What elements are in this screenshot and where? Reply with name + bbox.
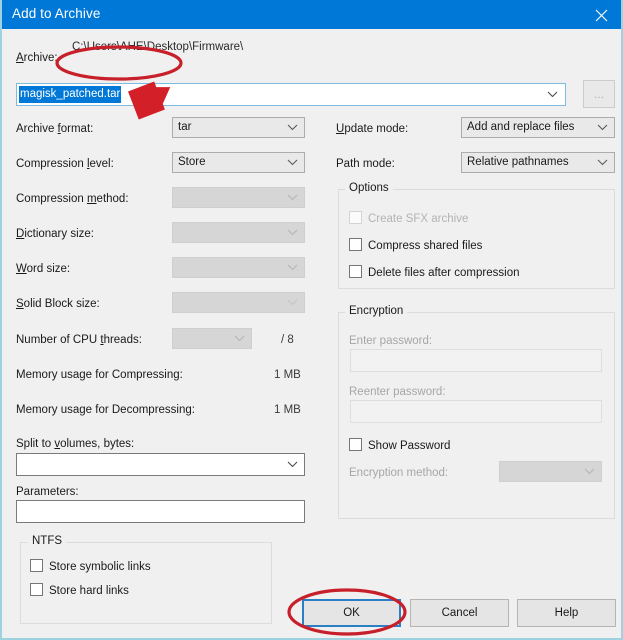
encryption-method-label: Encryption method:: [349, 467, 449, 479]
cpu-threads-select: [172, 328, 252, 349]
checkbox-icon: [349, 211, 362, 224]
cpu-threads-total: / 8: [281, 334, 294, 346]
dictionary-size-select: [172, 222, 305, 243]
checkbox-icon: [349, 238, 362, 251]
delete-files-after-compression-checkbox[interactable]: Delete files after compression: [349, 265, 519, 279]
chevron-down-icon: [597, 118, 608, 137]
chevron-down-icon: [597, 153, 608, 172]
checkbox-icon: [30, 583, 43, 596]
delete-files-after-compression-label: Delete files after compression: [368, 267, 520, 279]
reenter-password-label: Reenter password:: [349, 386, 446, 398]
path-mode-value: Relative pathnames: [467, 156, 569, 168]
compression-method-select: [172, 187, 305, 208]
close-icon[interactable]: [579, 0, 621, 29]
encryption-group-title: Encryption: [345, 305, 408, 317]
compression-level-select[interactable]: Store: [172, 152, 305, 173]
archive-format-label: Archive format:: [16, 123, 94, 135]
store-symbolic-links-label: Store symbolic links: [49, 561, 151, 573]
memory-decompress-value: 1 MB: [274, 404, 301, 416]
chevron-down-icon: [234, 329, 245, 348]
parameters-label: Parameters:: [16, 486, 79, 498]
solid-block-size-select: [172, 292, 305, 313]
update-mode-value: Add and replace files: [467, 121, 575, 133]
solid-block-size-label: Solid Block size:: [16, 298, 100, 310]
compression-level-value: Store: [178, 156, 206, 168]
path-mode-select[interactable]: Relative pathnames: [461, 152, 615, 173]
archive-format-value: tar: [178, 121, 192, 133]
path-mode-label: Path mode:: [336, 158, 395, 170]
ntfs-group-title: NTFS: [28, 535, 67, 547]
checkbox-icon: [349, 265, 362, 278]
memory-compress-value: 1 MB: [274, 369, 301, 381]
chevron-down-icon[interactable]: [287, 454, 298, 475]
add-to-archive-dialog: Add to Archive Archive: C:\Users\AHE\Des…: [0, 0, 623, 640]
chevron-down-icon: [287, 153, 298, 172]
chevron-down-icon: [287, 188, 298, 207]
chevron-down-icon: [584, 462, 595, 481]
reenter-password-input: [350, 400, 602, 423]
enter-password-label: Enter password:: [349, 335, 433, 347]
options-group-title: Options: [345, 182, 393, 194]
update-mode-select[interactable]: Add and replace files: [461, 117, 615, 138]
memory-compress-label: Memory usage for Compressing:: [16, 369, 183, 381]
encryption-method-select: [499, 461, 602, 482]
parameters-input[interactable]: [16, 500, 305, 523]
compression-method-label: Compression method:: [16, 193, 129, 205]
store-symbolic-links-checkbox[interactable]: Store symbolic links: [30, 559, 151, 573]
chevron-down-icon: [287, 258, 298, 277]
browse-button[interactable]: ...: [583, 80, 615, 108]
show-password-label: Show Password: [368, 440, 451, 452]
create-sfx-archive-label: Create SFX archive: [368, 213, 469, 225]
archive-name-value: magisk_patched.tar: [19, 86, 122, 103]
create-sfx-archive-checkbox: Create SFX archive: [349, 211, 468, 225]
enter-password-input: [350, 349, 602, 372]
title-bar: Add to Archive: [2, 0, 621, 29]
compress-shared-files-label: Compress shared files: [368, 240, 483, 252]
archive-path-text: C:\Users\AHE\Desktop\Firmware\: [72, 41, 244, 53]
memory-decompress-label: Memory usage for Decompressing:: [16, 404, 195, 416]
checkbox-icon: [349, 438, 362, 451]
word-size-select: [172, 257, 305, 278]
chevron-down-icon: [287, 118, 298, 137]
store-hard-links-label: Store hard links: [49, 585, 129, 597]
archive-name-input[interactable]: magisk_patched.tar: [16, 83, 566, 106]
word-size-label: Word size:: [16, 263, 71, 275]
show-password-checkbox[interactable]: Show Password: [349, 438, 450, 452]
dialog-body: Archive: C:\Users\AHE\Desktop\Firmware\ …: [4, 29, 621, 638]
checkbox-icon: [30, 559, 43, 572]
help-button[interactable]: Help: [517, 599, 616, 627]
cpu-threads-label: Number of CPU threads:: [16, 334, 142, 346]
chevron-down-icon: [287, 293, 298, 312]
compression-level-label: Compression level:: [16, 158, 114, 170]
ok-button[interactable]: OK: [302, 599, 401, 627]
update-mode-label: Update mode:: [336, 123, 409, 135]
split-volumes-label: Split to volumes, bytes:: [16, 438, 135, 450]
dictionary-size-label: Dictionary size:: [16, 228, 94, 240]
archive-format-select[interactable]: tar: [172, 117, 305, 138]
cancel-button[interactable]: Cancel: [410, 599, 509, 627]
chevron-down-icon: [287, 223, 298, 242]
window-title: Add to Archive: [12, 6, 101, 21]
store-hard-links-checkbox[interactable]: Store hard links: [30, 583, 129, 597]
chevron-down-icon[interactable]: [547, 84, 558, 105]
split-volumes-input[interactable]: [16, 453, 305, 476]
archive-label: Archive:: [16, 52, 58, 64]
compress-shared-files-checkbox[interactable]: Compress shared files: [349, 238, 482, 252]
